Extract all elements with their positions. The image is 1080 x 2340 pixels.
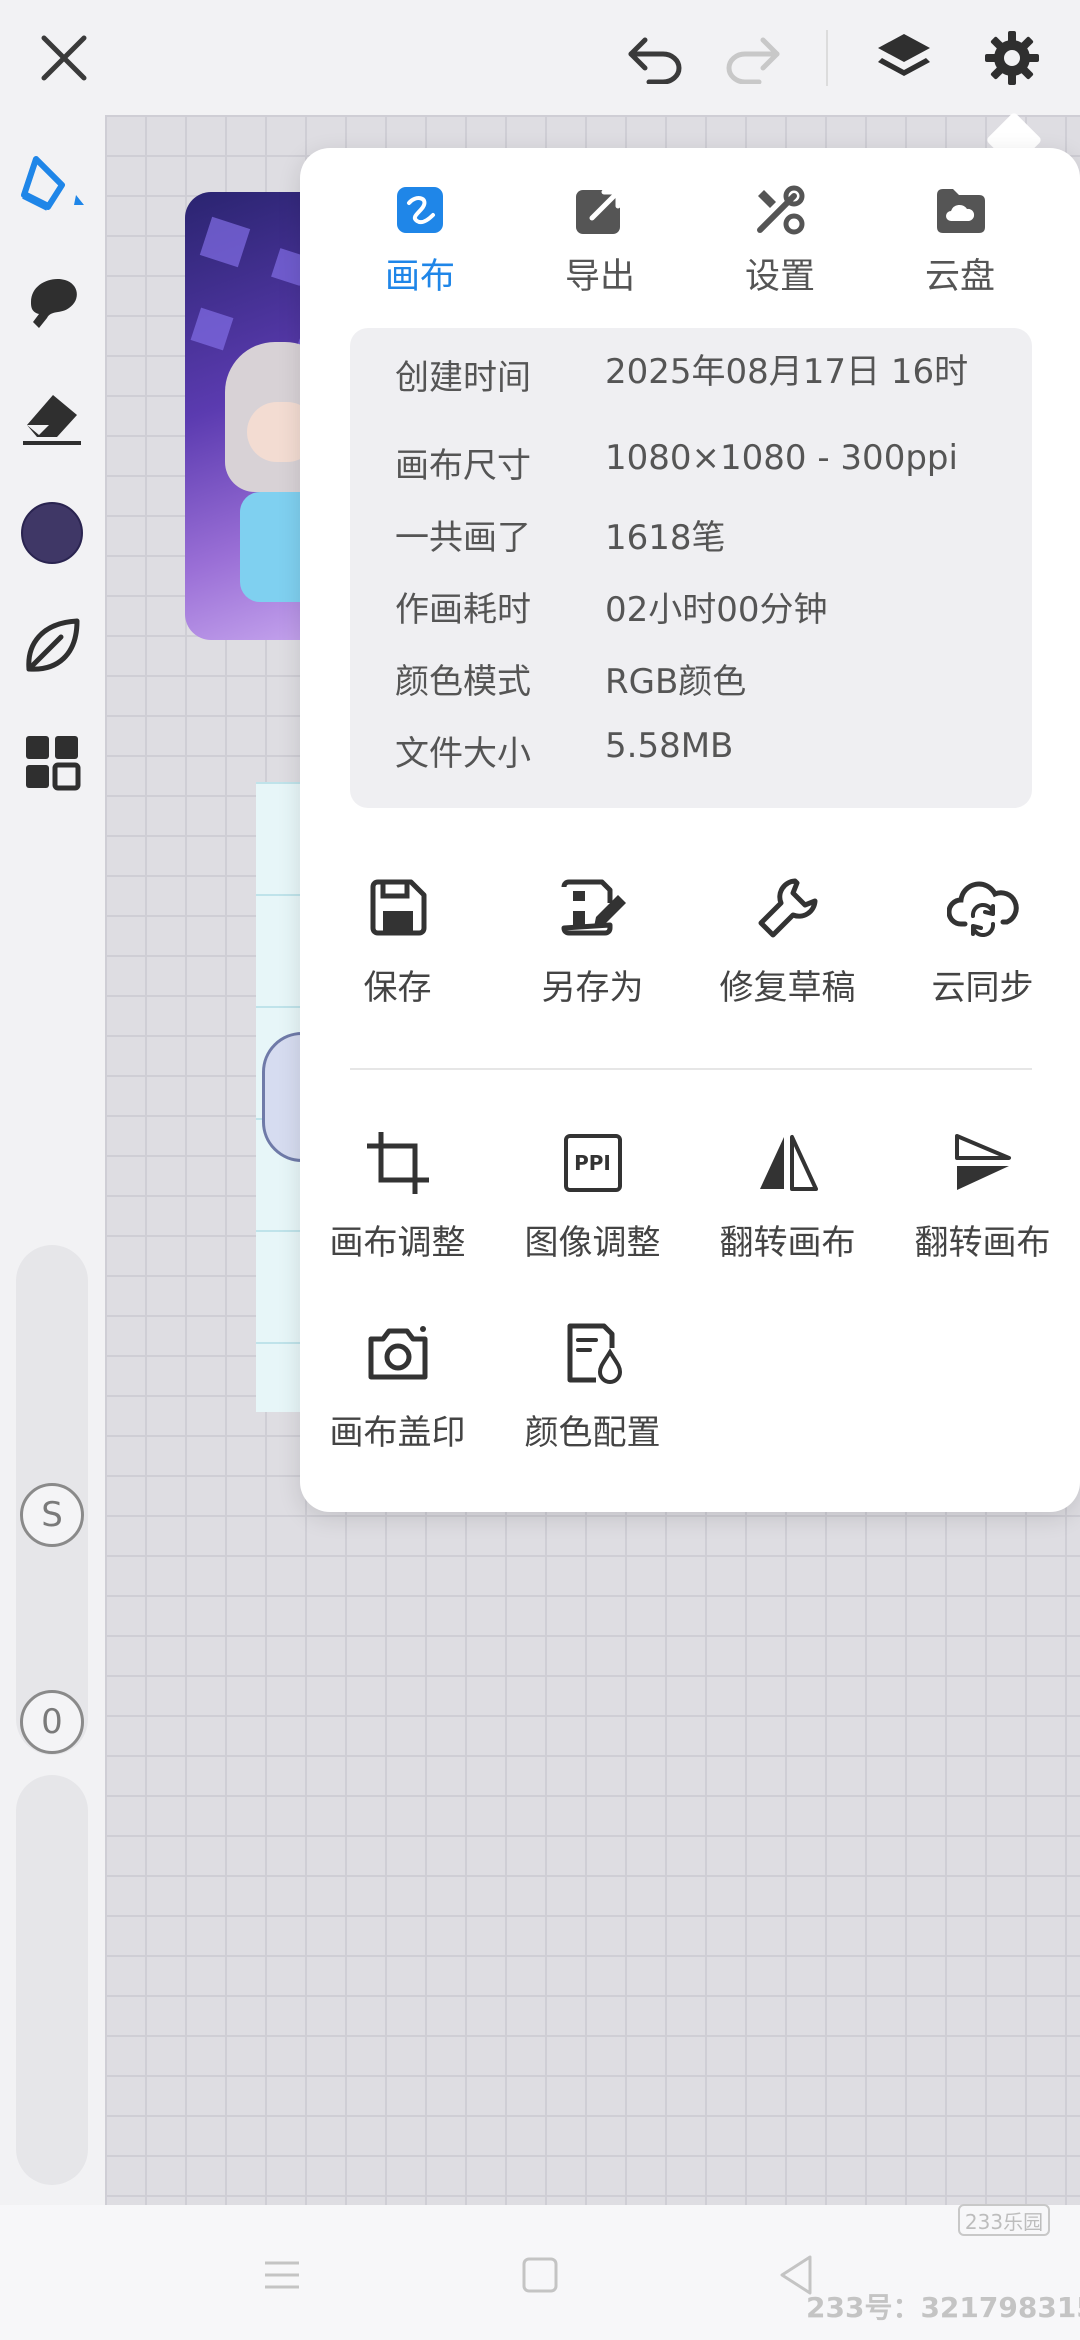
eraser-tool[interactable] <box>16 379 88 451</box>
flip-vertical-button[interactable]: 翻转画布 <box>885 1123 1080 1293</box>
toolbar-divider <box>826 30 828 86</box>
tab-cloud[interactable]: 云盘 <box>870 178 1050 318</box>
color-swatch[interactable] <box>16 497 88 569</box>
panel-tabs: 画布 导出 设置 云盘 <box>300 178 1080 318</box>
flip-vertical-icon <box>954 1134 1011 1190</box>
close-icon <box>41 35 87 81</box>
settings-button[interactable] <box>972 18 1052 98</box>
opacity-knob[interactable]: 0 <box>20 1690 84 1754</box>
color-profile-icon <box>567 1323 622 1384</box>
canvas-adjust-button[interactable]: 画布调整 <box>300 1123 495 1293</box>
flip-horizontal-icon <box>759 1135 818 1191</box>
gear-icon <box>985 31 1039 85</box>
top-toolbar <box>0 0 1080 115</box>
nav-home-button[interactable] <box>500 2235 580 2315</box>
export-icon <box>576 189 621 234</box>
camera-icon <box>368 1326 427 1380</box>
close-button[interactable] <box>22 22 106 94</box>
panel-divider <box>350 1068 1032 1070</box>
save-as-button[interactable]: 另存为 <box>495 868 690 1038</box>
brush-size-knob[interactable]: S <box>20 1483 84 1547</box>
grid-icon <box>26 736 81 791</box>
layers-button[interactable] <box>862 20 946 96</box>
save-icon <box>370 879 426 936</box>
pen-tool[interactable] <box>16 147 88 219</box>
smudge-icon <box>31 278 77 328</box>
tab-export[interactable]: 导出 <box>510 178 690 318</box>
repair-icon <box>758 878 817 938</box>
repair-draft-button[interactable]: 修复草稿 <box>690 868 885 1038</box>
color-config-button[interactable]: 颜色配置 <box>495 1313 690 1483</box>
leaf-tool[interactable] <box>16 610 88 682</box>
current-color <box>21 502 83 564</box>
ppi-icon: PPI <box>563 1134 622 1192</box>
menu-icon <box>265 2261 299 2289</box>
pen-icon <box>21 156 84 211</box>
leaf-icon <box>26 618 80 672</box>
grid-tool[interactable] <box>16 726 88 798</box>
info-row-size: 画布尺寸 1080×1080 - 300ppi <box>395 438 958 486</box>
canvas-info-box: 创建时间 2025年08月17日 16时 画布尺寸 1080×1080 - 30… <box>350 328 1032 808</box>
settings-tools-icon <box>757 185 805 235</box>
watermark-logo: 233乐园 <box>958 2204 1050 2236</box>
left-toolbar: S 0 <box>0 115 105 2205</box>
info-row-strokes: 一共画了 1618笔 <box>395 518 726 558</box>
home-square-icon <box>522 2257 558 2293</box>
save-button[interactable]: 保存 <box>300 868 495 1038</box>
nav-menu-button[interactable] <box>242 2235 322 2315</box>
eraser-icon <box>23 395 81 445</box>
info-row-file-size: 文件大小 5.58MB <box>395 726 734 774</box>
canvas-stamp-button[interactable]: 画布盖印 <box>300 1313 495 1483</box>
smudge-tool[interactable] <box>16 265 88 337</box>
opacity-slider[interactable] <box>16 1775 88 2185</box>
info-row-created: 创建时间 2025年08月17日 16时 <box>395 352 969 398</box>
info-row-color-mode: 颜色模式 RGB颜色 <box>395 662 747 702</box>
cloud-sync-icon <box>946 881 1019 937</box>
image-adjust-button[interactable]: PPI 图像调整 <box>495 1123 690 1293</box>
undo-button[interactable] <box>616 24 696 94</box>
info-row-duration: 作画耗时 02小时00分钟 <box>395 590 828 630</box>
redo-button[interactable] <box>712 24 792 94</box>
cloud-drive-icon <box>937 189 985 233</box>
canvas-icon <box>397 187 443 233</box>
save-as-icon <box>561 879 626 936</box>
tab-canvas[interactable]: 画布 <box>330 178 510 318</box>
cloud-sync-button[interactable]: 云同步 <box>885 868 1080 1038</box>
undo-icon <box>628 37 682 84</box>
crop-icon <box>366 1132 429 1194</box>
canvas-menu-panel: 画布 导出 设置 云盘 创建时间 2025年08月17日 16时 画布尺寸 10… <box>300 148 1080 1512</box>
watermark-text: 233号：321798315 <box>806 2291 1080 2324</box>
flip-horizontal-button[interactable]: 翻转画布 <box>690 1123 885 1293</box>
redo-icon <box>726 37 780 84</box>
tab-settings[interactable]: 设置 <box>690 178 870 318</box>
layers-icon <box>878 34 930 76</box>
